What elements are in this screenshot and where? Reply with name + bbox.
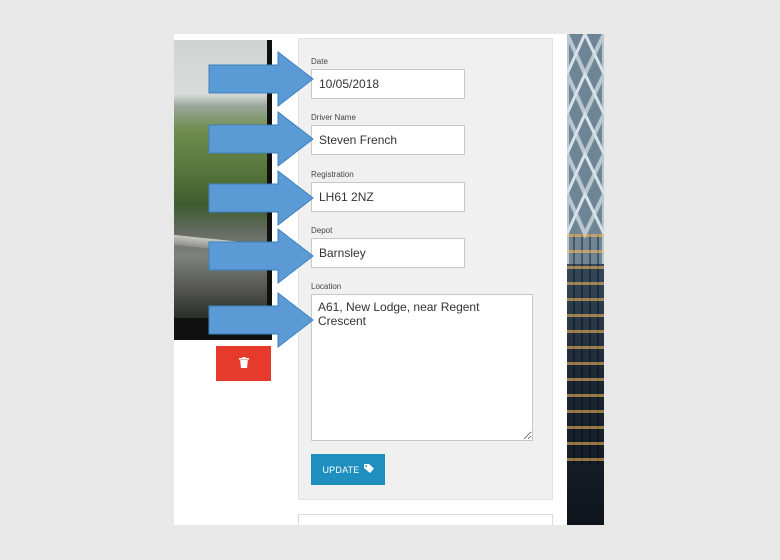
arrow-depot: [208, 228, 314, 284]
arrow-driver-name: [208, 111, 314, 167]
date-input[interactable]: [311, 69, 465, 99]
registration-input[interactable]: [311, 182, 465, 212]
trash-icon: [238, 356, 249, 371]
delete-button[interactable]: [216, 346, 271, 381]
driver-name-input[interactable]: [311, 125, 465, 155]
depot-input[interactable]: [311, 238, 465, 268]
arrow-location: [208, 292, 314, 348]
arrow-registration: [208, 170, 314, 226]
arrow-date: [208, 51, 314, 107]
registration-label: Registration: [311, 170, 354, 179]
driver-name-label: Driver Name: [311, 113, 356, 122]
depot-label: Depot: [311, 226, 333, 235]
building-lights: [567, 234, 604, 464]
lattice-facade: [567, 34, 604, 264]
update-button[interactable]: UPDATE: [311, 454, 385, 485]
location-label: Location: [311, 282, 342, 291]
next-panel-edge: [298, 514, 553, 525]
building-photo: [567, 34, 604, 525]
edit-form-panel: Date Driver Name Registration Depot Loca…: [298, 38, 553, 500]
location-textarea[interactable]: A61, New Lodge, near Regent Crescent: [311, 294, 533, 441]
tag-icon: [363, 464, 374, 475]
update-button-label: UPDATE: [322, 464, 360, 475]
